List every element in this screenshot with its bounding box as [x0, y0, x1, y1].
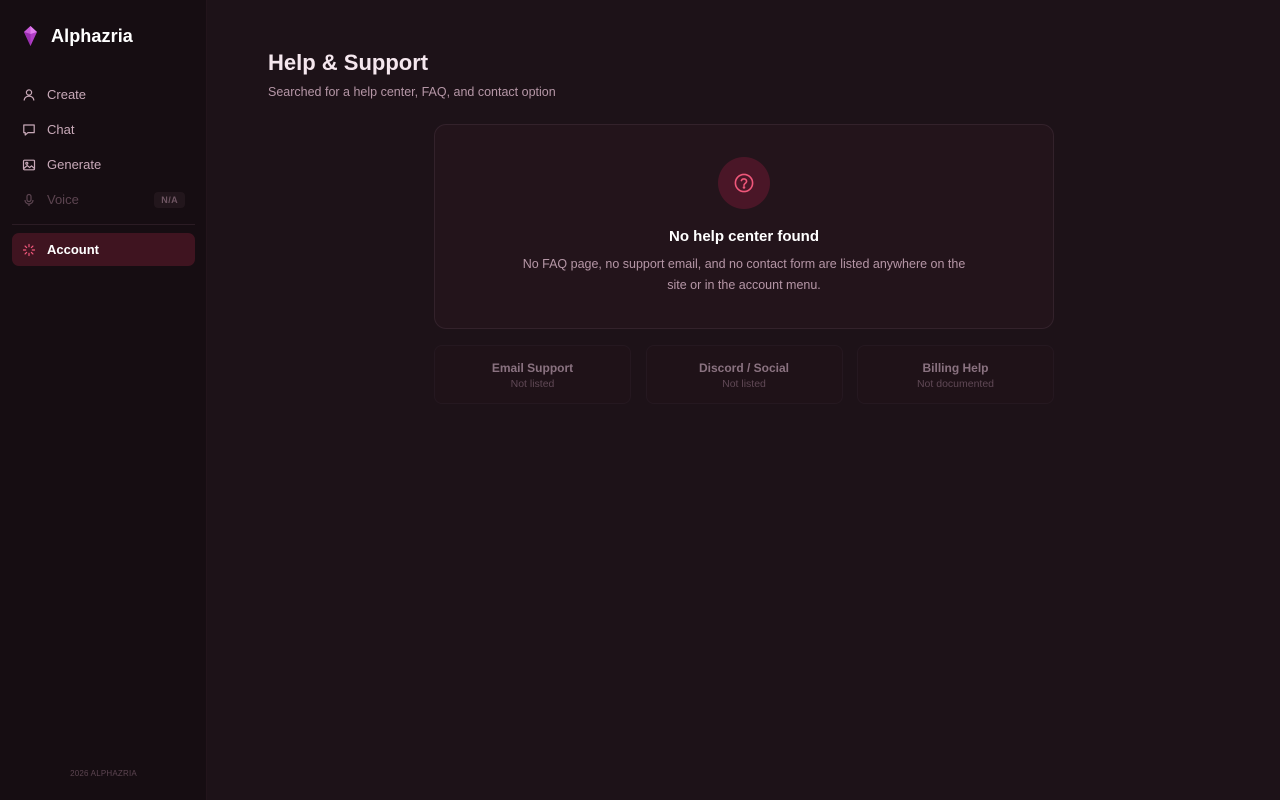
- user-icon: [22, 88, 36, 102]
- app-root: Alphazria Create Chat Generate Voice N/A…: [0, 0, 1280, 800]
- empty-state-card: No help center found No FAQ page, no sup…: [434, 124, 1054, 329]
- loading-spinner-icon: [22, 243, 36, 257]
- option-card-billing-help: Billing Help Not documented: [857, 345, 1054, 404]
- brand-name: Alphazria: [51, 25, 133, 46]
- sidebar-item-create[interactable]: Create: [12, 78, 195, 111]
- gem-logo-icon: [22, 25, 39, 47]
- option-status: Not documented: [916, 378, 995, 390]
- option-title: Discord / Social: [698, 361, 790, 375]
- sidebar: Alphazria Create Chat Generate Voice N/A…: [0, 0, 207, 800]
- option-status: Not listed: [722, 378, 766, 390]
- image-icon: [22, 158, 36, 172]
- empty-state-title: No help center found: [669, 228, 819, 245]
- sidebar-item-label: Create: [47, 87, 87, 102]
- sidebar-item-voice: Voice N/A: [12, 183, 195, 216]
- chat-bubble-icon: [22, 123, 36, 137]
- sidebar-item-label: Generate: [47, 157, 102, 172]
- option-title: Billing Help: [922, 361, 989, 375]
- sidebar-item-generate[interactable]: Generate: [12, 148, 195, 181]
- help-circle-icon: [718, 157, 770, 209]
- status-badge: N/A: [154, 191, 185, 208]
- option-status: Not listed: [510, 378, 555, 390]
- sidebar-item-label: Chat: [47, 122, 75, 137]
- support-options: Email Support Not listed Discord / Socia…: [434, 345, 1054, 404]
- option-card-discord-social: Discord / Social Not listed: [645, 345, 843, 404]
- microphone-icon: [22, 193, 36, 207]
- empty-state-description: No FAQ page, no support email, and no co…: [522, 257, 966, 292]
- sidebar-item-label: Voice: [47, 192, 79, 207]
- sidebar-nav: Create Chat Generate Voice N/A Account: [12, 78, 195, 268]
- sidebar-item-chat[interactable]: Chat: [12, 113, 195, 146]
- sidebar-divider: [12, 224, 195, 225]
- sidebar-footer: 2026 ALPHAZRIA: [70, 769, 137, 778]
- main-content: Help & Support Searched for a help cente…: [207, 0, 1280, 800]
- brand[interactable]: Alphazria: [22, 25, 133, 47]
- option-title: Email Support: [491, 361, 574, 375]
- option-card-email-support: Email Support Not listed: [434, 345, 631, 404]
- sidebar-item-label: Account: [47, 242, 99, 257]
- sidebar-item-account[interactable]: Account: [12, 233, 195, 266]
- page-title: Help & Support: [268, 50, 429, 75]
- page-subtitle: Searched for a help center, FAQ, and con…: [268, 85, 556, 99]
